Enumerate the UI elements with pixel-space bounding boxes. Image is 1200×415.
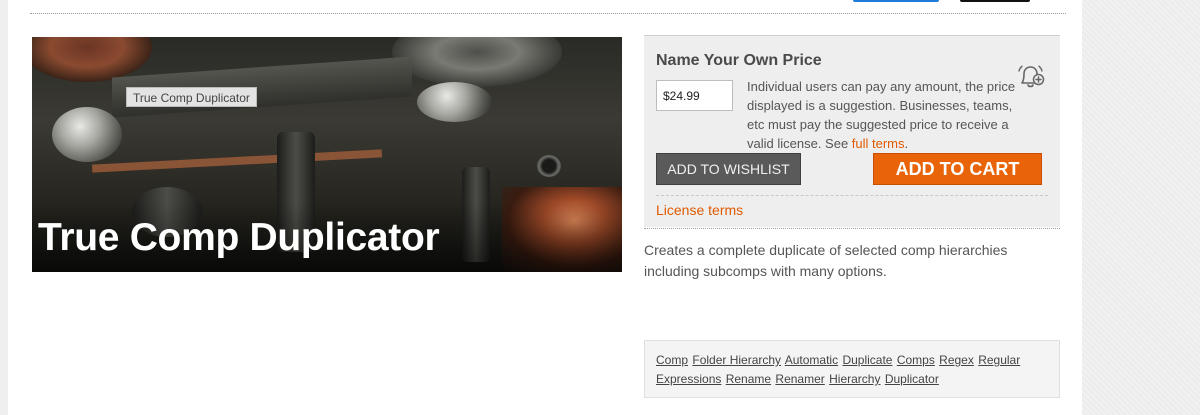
tag-link[interactable]: Regex: [939, 353, 974, 367]
hero-reel-right: [392, 37, 562, 87]
tag-list: Comp Folder Hierarchy Automatic Duplicat…: [656, 351, 1048, 389]
tag-link[interactable]: Folder Hierarchy: [692, 353, 781, 367]
page-background-right: [1082, 0, 1200, 415]
tag-link[interactable]: Duplicator: [885, 372, 939, 386]
hero-knob-small: [537, 155, 561, 177]
tag-link[interactable]: Hierarchy: [829, 372, 880, 386]
price-panel: Name Your Own Price Individual users can…: [644, 35, 1060, 227]
tag-link[interactable]: Comps: [897, 353, 935, 367]
top-dark-button[interactable]: [960, 0, 1030, 2]
tag-link[interactable]: Automatic: [785, 353, 838, 367]
tags-box: Comp Folder Hierarchy Automatic Duplicat…: [644, 340, 1060, 398]
tag-link[interactable]: Renamer: [775, 372, 824, 386]
hero-title: True Comp Duplicator: [38, 216, 440, 259]
product-description: Creates a complete duplicate of selected…: [644, 242, 1008, 279]
hero-knob-large: [417, 82, 492, 122]
add-to-cart-button[interactable]: ADD TO CART: [873, 153, 1042, 185]
hero-knob-left: [52, 107, 122, 162]
panel-divider: [644, 228, 1060, 229]
hero-tape: [91, 149, 383, 173]
product-hero-image: True Comp Duplicator True Comp Duplicato…: [32, 37, 622, 272]
product-page: True Comp Duplicator True Comp Duplicato…: [8, 0, 1082, 415]
add-to-wishlist-button[interactable]: ADD TO WISHLIST: [656, 153, 801, 185]
tag-link[interactable]: Comp: [656, 353, 688, 367]
hero-tooltip: True Comp Duplicator: [126, 87, 257, 107]
tag-link[interactable]: Duplicate: [842, 353, 892, 367]
price-description: Individual users can pay any amount, the…: [747, 77, 1027, 153]
top-divider: [30, 13, 1066, 14]
price-panel-title: Name Your Own Price: [656, 52, 822, 69]
page-background-left: [0, 0, 8, 415]
top-blue-button[interactable]: [853, 0, 939, 2]
full-terms-link[interactable]: full terms: [852, 136, 905, 151]
price-panel-divider: [656, 195, 1048, 196]
price-description-end: .: [904, 136, 909, 151]
price-input[interactable]: [656, 80, 733, 111]
tag-link[interactable]: Rename: [726, 372, 771, 386]
license-terms-link[interactable]: License terms: [656, 202, 743, 218]
